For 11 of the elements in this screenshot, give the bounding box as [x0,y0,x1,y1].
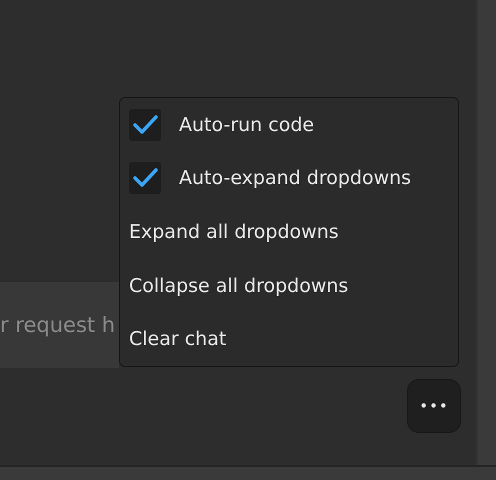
menu-item-label: Auto-run code [179,114,314,136]
more-button[interactable]: ••• [407,379,461,433]
checkbox[interactable] [129,162,161,194]
menu-item[interactable]: Auto-expand dropdowns [120,152,458,206]
checkbox[interactable] [129,108,161,141]
menu-item[interactable]: Clear chat [120,312,458,366]
menu-item[interactable]: Expand all dropdowns [120,205,458,259]
menu-item-label: Auto-expand dropdowns [179,167,412,190]
menu-item[interactable]: Auto-run code [120,98,458,152]
menu-item[interactable]: Collapse all dropdowns [120,258,458,312]
input-field[interactable]: r request h [0,282,119,368]
